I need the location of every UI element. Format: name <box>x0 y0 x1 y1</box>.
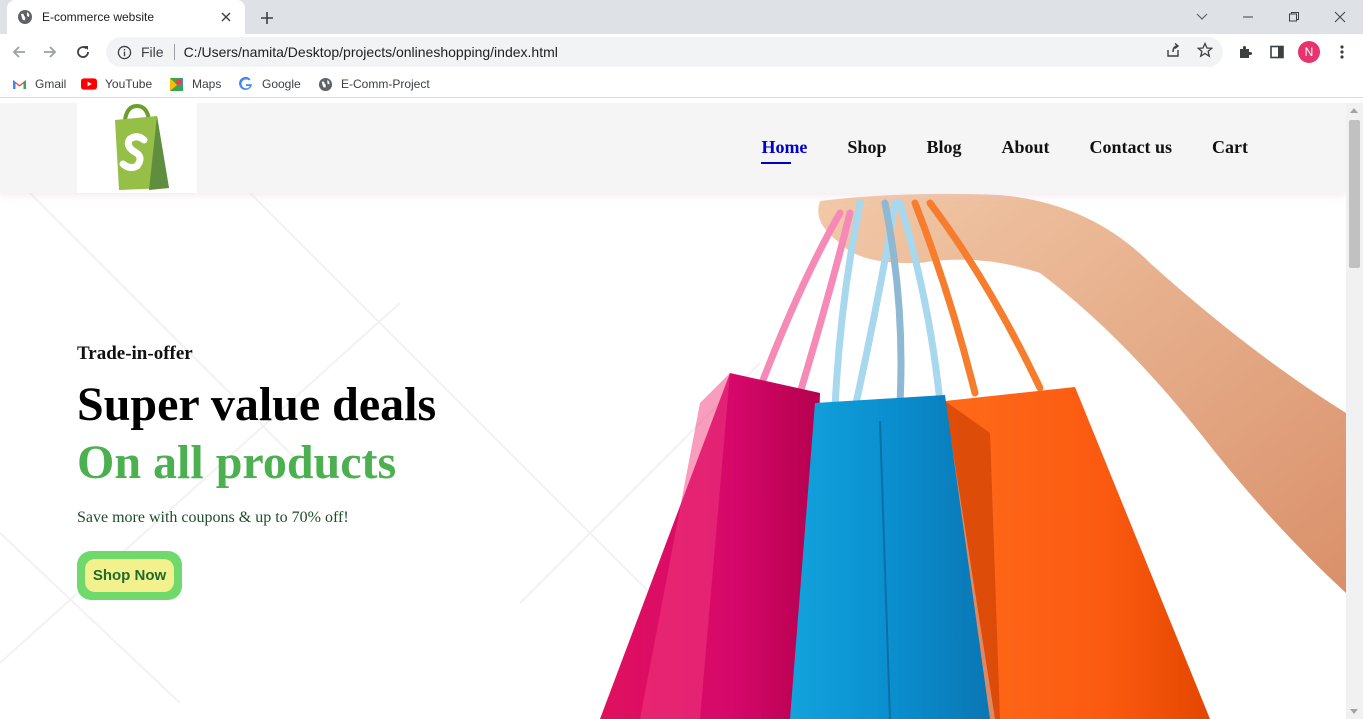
bookmark-label: Gmail <box>35 77 67 91</box>
reload-icon[interactable] <box>71 40 95 64</box>
nav-shop[interactable]: Shop <box>847 137 886 158</box>
bookmark-label: Maps <box>192 77 222 91</box>
globe-icon <box>17 9 33 25</box>
scrollbar-thumb[interactable] <box>1349 120 1360 268</box>
shopify-logo[interactable] <box>77 103 197 193</box>
scroll-down-arrow-icon[interactable] <box>1350 709 1358 714</box>
browser-toolbar: File C:/Users/namita/Desktop/projects/on… <box>0 34 1363 70</box>
bookmark-label: YouTube <box>105 77 153 91</box>
youtube-icon <box>81 76 97 92</box>
main-nav: Home Shop Blog About Contact us Cart <box>721 137 1248 164</box>
gmail-icon <box>11 76 27 92</box>
hero-tagline: Save more with coupons & up to 70% off! <box>77 509 349 527</box>
nav-contact[interactable]: Contact us <box>1090 137 1173 158</box>
bookmarks-bar: Gmail YouTube Maps Google E-Comm-Project <box>0 70 1363 98</box>
tab-search-icon[interactable] <box>1191 6 1213 28</box>
forward-arrow-icon[interactable] <box>38 40 62 64</box>
menu-kebab-icon[interactable] <box>1332 42 1352 62</box>
page-viewport: Home Shop Blog About Contact us Cart Tra… <box>0 103 1346 719</box>
scroll-up-arrow-icon[interactable] <box>1350 108 1358 113</box>
minimize-icon[interactable] <box>1237 6 1259 28</box>
bookmark-star-icon[interactable] <box>1196 41 1214 59</box>
maps-icon <box>168 76 184 92</box>
bookmark-gmail[interactable]: Gmail <box>11 75 66 93</box>
nav-cart[interactable]: Cart <box>1212 137 1248 158</box>
bookmark-youtube[interactable]: YouTube <box>81 75 152 93</box>
share-icon[interactable] <box>1164 41 1182 59</box>
hero-offer: Trade-in-offer <box>77 343 193 364</box>
side-panel-icon[interactable] <box>1267 42 1287 62</box>
url-divider <box>173 44 175 60</box>
shopping-bag-logo-icon <box>115 104 169 190</box>
bookmark-ecomm-project[interactable]: E-Comm-Project <box>317 75 430 93</box>
extensions-icon[interactable] <box>1235 42 1255 62</box>
close-tab-icon[interactable] <box>217 8 235 26</box>
nav-home[interactable]: Home <box>761 137 807 164</box>
hero-subline: On all products <box>77 435 397 489</box>
hero-headline: Super value deals <box>77 378 437 431</box>
google-icon <box>238 76 254 92</box>
globe-icon <box>317 76 333 92</box>
close-window-icon[interactable] <box>1329 6 1351 28</box>
browser-tab[interactable]: E-commerce website <box>7 0 245 34</box>
tab-title: E-commerce website <box>42 10 155 24</box>
bookmark-label: E-Comm-Project <box>341 77 430 91</box>
new-tab-button[interactable] <box>256 7 278 29</box>
restore-icon[interactable] <box>1283 6 1305 28</box>
url-scheme: File <box>141 44 164 60</box>
nav-about[interactable]: About <box>1001 137 1049 158</box>
hero-section: Trade-in-offer Super value deals On all … <box>77 343 437 600</box>
bookmark-label: Google <box>262 77 301 91</box>
page-scrollbar[interactable] <box>1346 103 1363 719</box>
shop-now-button[interactable]: Shop Now <box>77 551 182 600</box>
bookmark-maps[interactable]: Maps <box>168 75 221 93</box>
tab-strip: E-commerce website <box>0 0 1363 34</box>
address-bar[interactable]: File C:/Users/namita/Desktop/projects/on… <box>106 37 1223 67</box>
back-arrow-icon[interactable] <box>7 40 31 64</box>
site-header: Home Shop Blog About Contact us Cart <box>0 103 1346 193</box>
shop-now-label: Shop Now <box>85 559 174 592</box>
site-info-icon[interactable] <box>116 44 132 60</box>
bookmark-google[interactable]: Google <box>238 75 301 93</box>
url-text[interactable]: C:/Users/namita/Desktop/projects/onlines… <box>184 44 558 60</box>
nav-blog[interactable]: Blog <box>926 137 961 158</box>
profile-avatar[interactable]: N <box>1298 41 1320 63</box>
